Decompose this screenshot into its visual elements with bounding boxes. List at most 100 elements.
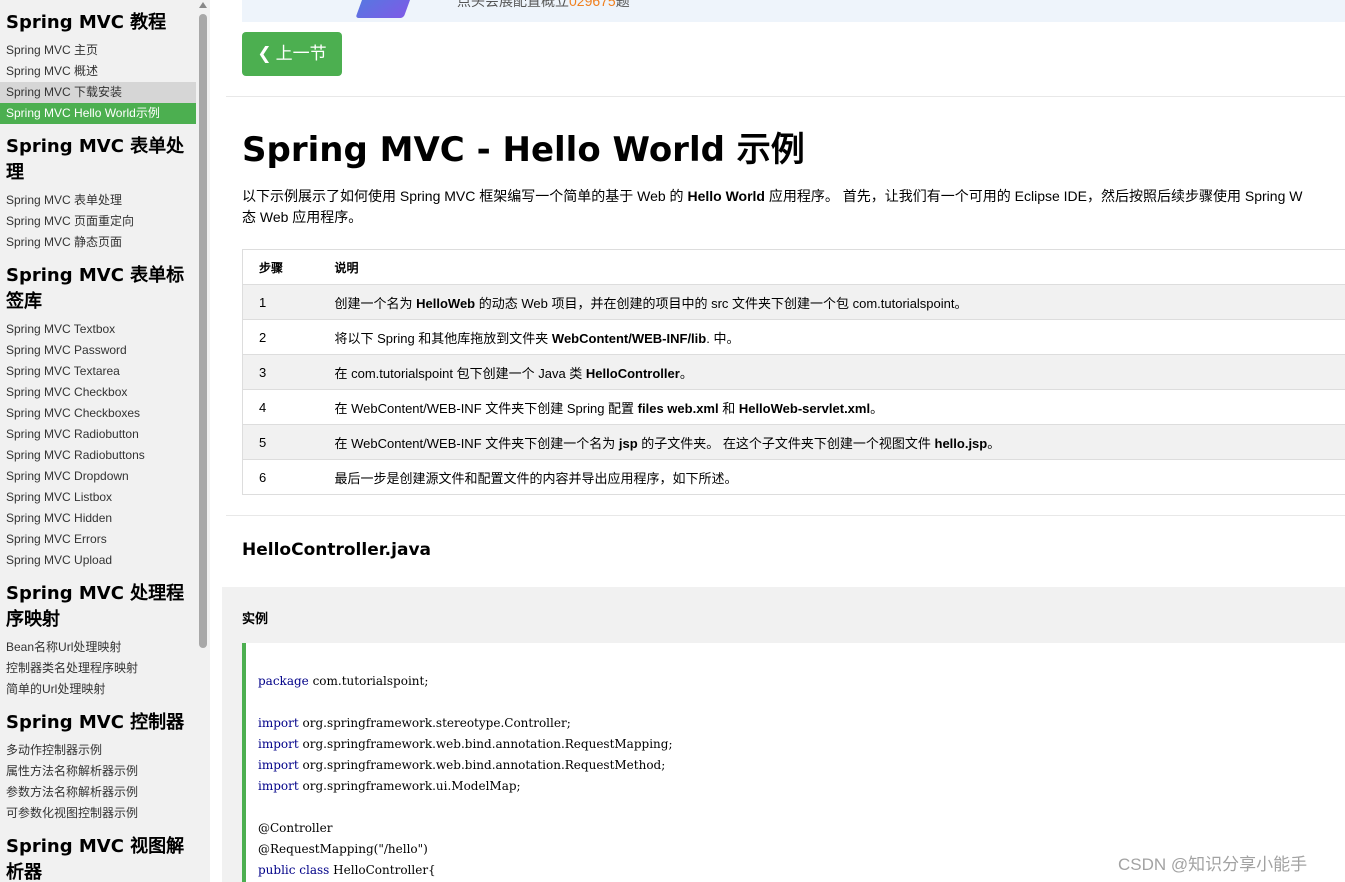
- sidebar-group: Spring MVC 表单处理 Spring MVC 表单处理 Spring MVC…: [0, 124, 196, 253]
- sidebar-group: Spring MVC 控制器 多动作控制器示例 属性方法名称解析器示例 参数方法名称解…: [0, 700, 196, 824]
- sidebar-group: Spring MVC 视图解析器: [0, 824, 196, 882]
- bold-text: files web.xml: [637, 400, 719, 416]
- sidebar-item[interactable]: Spring MVC 概述: [0, 61, 196, 82]
- text: 的动态 Web 项目，并在创建的项目中的 src 文件夹下创建一个包 com.t…: [475, 295, 968, 311]
- sidebar-item[interactable]: 控制器类名处理程序映射: [0, 658, 196, 679]
- sidebar-group-heading: Spring MVC 教程: [6, 12, 167, 33]
- sidebar-group: Spring MVC 表单标签库 Spring MVC Textbox Spring…: [0, 253, 196, 571]
- step-number-cell: 3: [242, 354, 335, 390]
- sidebar-item[interactable]: Spring MVC Checkbox: [0, 382, 196, 403]
- sidebar-item[interactable]: Spring MVC 下载安装: [0, 82, 196, 103]
- sidebar-group: Spring MVC 教程 Spring MVC 主页 Spring MVC 概述 S…: [0, 0, 196, 124]
- text: 在 com.tutorialspoint 包下创建一个 Java 类: [334, 365, 586, 381]
- bold-text: HelloController: [585, 365, 680, 381]
- code-line: package com.tutorialspoint;: [258, 674, 429, 688]
- sidebar-item[interactable]: Spring MVC Textarea: [0, 361, 196, 382]
- sidebar-item[interactable]: Spring MVC Dropdown: [0, 466, 196, 487]
- text: 。: [679, 365, 693, 381]
- sidebar-group-heading: Spring MVC 处理程序映射: [6, 583, 185, 630]
- sidebar-item[interactable]: 参数方法名称解析器示例: [0, 782, 196, 803]
- text: 在 WebContent/WEB-INF 文件夹下创建一个名为: [334, 435, 619, 451]
- step-description-cell: 在 WebContent/WEB-INF 文件夹下创建一个名为 jsp 的子文件…: [334, 424, 1345, 460]
- sidebar-item[interactable]: Spring MVC 页面重定向: [0, 211, 196, 232]
- bold-text: jsp: [618, 435, 638, 451]
- step-number-cell: 5: [242, 424, 335, 460]
- sidebar-item[interactable]: 简单的Url处理映射: [0, 679, 196, 700]
- table-row: 3在 com.tutorialspoint 包下创建一个 Java 类 Hell…: [242, 354, 1345, 390]
- scrollbar-thumb[interactable]: [199, 14, 207, 648]
- text: 和: [718, 400, 739, 416]
- sidebar-item[interactable]: Spring MVC Radiobuttons: [0, 445, 196, 466]
- bold-text: HelloWeb-servlet.xml: [738, 400, 871, 416]
- watermark: CSDN @知识分享小能手: [1118, 855, 1308, 874]
- sidebar-item[interactable]: Spring MVC 表单处理: [0, 190, 196, 211]
- sidebar-group-heading: Spring MVC 控制器: [6, 712, 185, 733]
- sidebar-item[interactable]: Spring MVC Radiobutton: [0, 424, 196, 445]
- sidebar-item[interactable]: Spring MVC Errors: [0, 529, 196, 550]
- page-title: Spring MVC - Hello World 示例: [242, 130, 805, 170]
- text: 的子文件夹。 在这个子文件夹下创建一个视图文件: [637, 435, 935, 451]
- step-description-cell: 在 WebContent/WEB-INF 文件夹下创建 Spring 配置 fi…: [334, 389, 1345, 425]
- sidebar-item[interactable]: Spring MVC 主页: [0, 40, 196, 61]
- text: 。: [870, 400, 884, 416]
- sidebar-item[interactable]: 可参数化视图控制器示例: [0, 803, 196, 824]
- text: 在 WebContent/WEB-INF 文件夹下创建 Spring 配置: [334, 400, 638, 416]
- code-line: import org.springframework.stereotype.Co…: [258, 716, 571, 730]
- step-number-cell: 1: [242, 284, 335, 320]
- sidebar-group: Spring MVC 处理程序映射 Bean名称Url处理映射 控制器类名处理程序映…: [0, 571, 196, 700]
- prev-section-label: 上一节: [275, 44, 327, 63]
- sidebar-item[interactable]: Spring MVC Checkboxes: [0, 403, 196, 424]
- text: 创建一个名为: [334, 295, 417, 311]
- code-block[interactable]: package com.tutorialspoint; import org.s…: [242, 643, 1345, 882]
- banner-illustration: [355, 0, 417, 18]
- step-description-cell: 最后一步是创建源文件和配置文件的内容并导出应用程序，如下所述。: [334, 459, 1345, 495]
- bold-text: WebContent/WEB-INF/lib: [551, 330, 707, 346]
- step-description-cell: 在 com.tutorialspoint 包下创建一个 Java 类 Hello…: [334, 354, 1345, 390]
- sidebar-item[interactable]: Spring MVC Password: [0, 340, 196, 361]
- sidebar-item[interactable]: Spring MVC Hello World示例: [0, 103, 196, 124]
- code-line: import org.springframework.web.bind.anno…: [258, 737, 673, 751]
- page-root: Spring MVC 教程 Spring MVC 主页 Spring MVC 概述 S…: [0, 0, 1345, 882]
- main-content: 点头会展配置概立029675题 ❮ 上一节 Spring MVC - Hello …: [222, 0, 1345, 882]
- sidebar-group-heading: Spring MVC 表单处理: [6, 136, 185, 183]
- sidebar-item[interactable]: 属性方法名称解析器示例: [0, 761, 196, 782]
- sidebar-scrollbar[interactable]: [196, 0, 210, 882]
- example-section: 实例 package com.tutorialspoint; import or…: [222, 587, 1345, 882]
- column-header-step: 步骤: [242, 249, 335, 285]
- text: 。: [987, 435, 1001, 451]
- table-row: 2 将以下 Spring 和其他库拖放到文件夹 WebContent/WEB-IN…: [242, 319, 1345, 355]
- banner-text: 点头会展配置概立029675题: [457, 0, 630, 9]
- steps-table: 步骤 说明 1 创建一个名为 HelloWeb 的动态 Web 项目，并在创建的项…: [242, 249, 1345, 495]
- column-header-description: 说明: [334, 249, 1345, 285]
- step-description-cell: 将以下 Spring 和其他库拖放到文件夹 WebContent/WEB-INF…: [334, 319, 1345, 355]
- code-line: @Controller: [258, 821, 333, 835]
- table-row: 1 创建一个名为 HelloWeb 的动态 Web 项目，并在创建的项目中的 sr…: [242, 284, 1345, 320]
- sidebar-item[interactable]: Spring MVC Listbox: [0, 487, 196, 508]
- divider: [226, 96, 1345, 97]
- sidebar-group-heading: Spring MVC 视图解析器: [6, 836, 185, 882]
- table-row: 4在 WebContent/WEB-INF 文件夹下创建 Spring 配置 f…: [242, 389, 1345, 425]
- text: 将以下 Spring 和其他库拖放到文件夹: [334, 330, 552, 346]
- file-heading: HelloController.java: [242, 540, 431, 560]
- sidebar-item[interactable]: Spring MVC 静态页面: [0, 232, 196, 253]
- sidebar-nav: Spring MVC 教程 Spring MVC 主页 Spring MVC 概述 S…: [0, 0, 196, 882]
- example-label: 实例: [242, 611, 269, 626]
- prev-section-button[interactable]: ❮ 上一节: [242, 32, 342, 76]
- step-number-cell: 6: [242, 459, 335, 495]
- table-header-row: 步骤 说明: [242, 249, 1345, 285]
- sidebar-group-heading: Spring MVC 表单标签库: [6, 265, 185, 312]
- chevron-left-icon: ❮: [257, 44, 272, 63]
- code-line: import org.springframework.ui.ModelMap;: [258, 779, 521, 793]
- scroll-up-arrow-icon[interactable]: [199, 2, 207, 8]
- bold-text: HelloWeb: [416, 295, 476, 311]
- ad-banner[interactable]: 点头会展配置概立029675题: [242, 0, 1345, 22]
- step-number-cell: 4: [242, 389, 335, 425]
- sidebar-item[interactable]: Spring MVC Upload: [0, 550, 196, 571]
- sidebar-item[interactable]: Spring MVC Hidden: [0, 508, 196, 529]
- intro-paragraph: 以下示例展示了如何使用 Spring MVC 框架编写一个简单的基于 Web 的…: [242, 188, 1303, 225]
- sidebar-item[interactable]: Bean名称Url处理映射: [0, 637, 196, 658]
- sidebar-item[interactable]: 多动作控制器示例: [0, 740, 196, 761]
- sidebar-item[interactable]: Spring MVC Textbox: [0, 319, 196, 340]
